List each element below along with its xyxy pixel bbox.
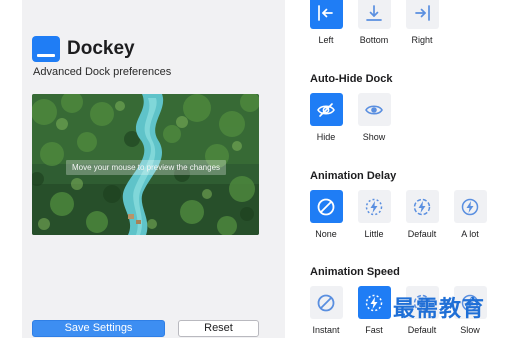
animation-speed-instant-label: Instant (312, 325, 340, 335)
animation-speed-option-instant[interactable]: Instant (301, 286, 351, 335)
position-option-left[interactable]: Left (301, 0, 351, 45)
animation-speed-instant-tile[interactable] (309, 286, 343, 319)
arrow-down-bar-icon (366, 4, 382, 21)
position-bottom-tile[interactable] (357, 0, 391, 29)
animation-delay-little-label: Little (364, 229, 384, 239)
animation-delay-a-lot-label: A lot (461, 229, 479, 239)
position-right-tile[interactable] (405, 0, 439, 29)
options-panel: Left Bottom Right Auto-Hide Dock Hide Sh… (285, 0, 515, 338)
position-left-label: Left (318, 35, 334, 45)
auto-hide-show-label: Show (362, 132, 386, 142)
animation-delay-default-tile[interactable] (405, 190, 439, 223)
auto-hide-hide-label: Hide (316, 132, 336, 142)
animation-delay-a-lot-tile[interactable] (453, 190, 487, 223)
auto-hide-option-hide[interactable]: Hide (301, 93, 351, 142)
animation-delay-little-tile[interactable] (357, 190, 391, 223)
animation-delay-option-none[interactable]: None (301, 190, 351, 239)
preferences-panel: Dockey Advanced Dock preferences Move yo… (22, 0, 285, 338)
position-bottom-label: Bottom (359, 35, 389, 45)
save-settings-button[interactable]: Save Settings (32, 320, 165, 337)
animation-delay-option-a-lot[interactable]: A lot (445, 190, 495, 239)
watermark: 最需教育 (393, 297, 486, 322)
reset-button[interactable]: Reset (178, 320, 259, 337)
auto-hide-title: Auto-Hide Dock (310, 73, 393, 85)
auto-hide-option-show[interactable]: Show (349, 93, 399, 142)
bolt-dashed-icon (365, 294, 383, 311)
arrow-left-bar-icon (318, 4, 333, 21)
no-entry-icon (317, 294, 335, 311)
animation-speed-fast-label: Fast (365, 325, 383, 335)
bolt-dashed-icon (365, 198, 383, 215)
dock-preview-image[interactable]: Move your mouse to preview the changes (32, 94, 259, 235)
animation-speed-slow-label: Slow (460, 325, 480, 335)
animation-delay-none-tile[interactable] (309, 190, 343, 223)
position-option-bottom[interactable]: Bottom (349, 0, 399, 45)
animation-speed-title: Animation Speed (310, 266, 400, 278)
dock-icon (32, 36, 60, 62)
app-title: Dockey (67, 38, 135, 59)
auto-hide-show-tile[interactable] (357, 93, 391, 126)
position-left-tile[interactable] (309, 0, 343, 29)
animation-speed-option-fast[interactable]: Fast (349, 286, 399, 335)
auto-hide-hide-tile[interactable] (309, 93, 343, 126)
arrow-right-bar-icon (415, 4, 430, 21)
position-option-right[interactable]: Right (397, 0, 447, 45)
animation-delay-default-label: Default (407, 229, 437, 239)
animation-delay-option-little[interactable]: Little (349, 190, 399, 239)
animation-speed-fast-tile[interactable] (357, 286, 391, 319)
app-subtitle: Advanced Dock preferences (33, 66, 172, 78)
position-right-label: Right (411, 35, 433, 45)
bolt-circle-icon (461, 198, 479, 215)
no-entry-icon (317, 198, 335, 215)
eye-icon (365, 104, 383, 115)
animation-delay-option-default[interactable]: Default (397, 190, 447, 239)
animation-delay-none-label: None (315, 229, 337, 239)
bolt-dashed-icon (413, 198, 431, 215)
eye-slash-icon (317, 102, 335, 117)
animation-speed-default-label: Default (407, 325, 437, 335)
preview-hint: Move your mouse to preview the changes (66, 160, 226, 175)
animation-delay-title: Animation Delay (310, 170, 397, 182)
